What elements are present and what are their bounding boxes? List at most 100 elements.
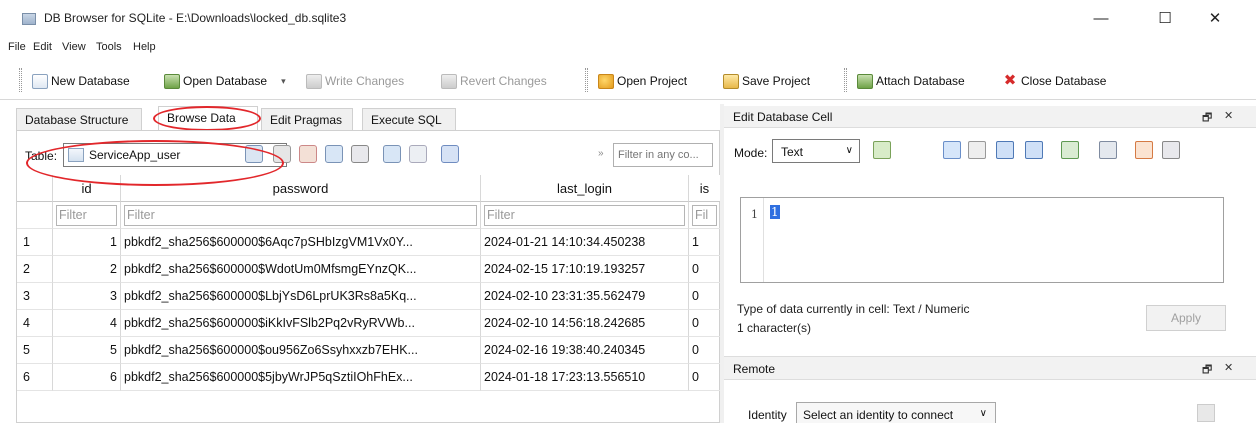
table-cell-is[interactable]: 0 bbox=[689, 364, 721, 391]
close-window-button[interactable]: ✕ bbox=[1192, 6, 1238, 32]
set-null-icon[interactable] bbox=[1135, 141, 1153, 159]
table-label: Table: bbox=[25, 149, 58, 163]
column-filter-input[interactable]: Filter bbox=[53, 202, 121, 229]
filter-any-column-input[interactable] bbox=[613, 143, 713, 167]
table-cell-id[interactable]: 6 bbox=[53, 364, 121, 391]
row-number[interactable]: 4 bbox=[17, 310, 53, 337]
table-select-value: ServiceApp_user bbox=[89, 148, 181, 162]
refresh-icon[interactable] bbox=[245, 145, 263, 163]
column-header-last_login[interactable]: last_login bbox=[481, 175, 689, 202]
table-cell-id[interactable]: 5 bbox=[53, 337, 121, 364]
minimize-button[interactable]: — bbox=[1078, 6, 1124, 32]
row-number[interactable]: 6 bbox=[17, 364, 53, 391]
table-icon bbox=[68, 148, 84, 162]
table-cell-password[interactable]: pbkdf2_sha256$600000$ou956Zo6Ssyhxxzb7EH… bbox=[121, 337, 481, 364]
dropdown-arrow-icon[interactable]: ▾ bbox=[281, 76, 286, 87]
revert-changes-button[interactable]: Revert Changes bbox=[441, 70, 547, 92]
word-wrap-icon[interactable] bbox=[943, 141, 961, 159]
table-cell-last-login[interactable]: 2024-02-16 19:38:40.240345 bbox=[481, 337, 689, 364]
export-file-icon[interactable] bbox=[1025, 141, 1043, 159]
table-cell-is[interactable]: 0 bbox=[689, 256, 721, 283]
table-cell-is[interactable]: 0 bbox=[689, 310, 721, 337]
table-cell-id[interactable]: 1 bbox=[53, 229, 121, 256]
table-cell-last-login[interactable]: 2024-01-21 14:10:34.450238 bbox=[481, 229, 689, 256]
table-cell-is[interactable]: 1 bbox=[689, 229, 721, 256]
column-filter-input[interactable]: Filter bbox=[481, 202, 689, 229]
row-number[interactable]: 1 bbox=[17, 229, 53, 256]
close-database-button[interactable]: ✖ Close Database bbox=[1002, 70, 1107, 92]
menu-tools[interactable]: Tools bbox=[96, 41, 122, 53]
column-header-password[interactable]: password bbox=[121, 175, 481, 202]
column-header-id[interactable]: id bbox=[53, 175, 121, 202]
row-number[interactable]: 5 bbox=[17, 337, 53, 364]
apply-button[interactable]: Apply bbox=[1146, 305, 1226, 331]
table-cell-id[interactable]: 2 bbox=[53, 256, 121, 283]
print-icon[interactable] bbox=[351, 145, 369, 163]
editor-selected-value[interactable]: 1 bbox=[770, 205, 780, 219]
new-database-button[interactable]: New Database bbox=[32, 70, 130, 92]
write-changes-button[interactable]: Write Changes bbox=[306, 70, 404, 92]
indent-icon[interactable] bbox=[968, 141, 986, 159]
more-tools-icon[interactable]: » bbox=[598, 148, 604, 159]
table-cell-last-login[interactable]: 2024-02-15 17:10:19.193257 bbox=[481, 256, 689, 283]
tab-browse-data[interactable]: Browse Data bbox=[158, 106, 258, 131]
close-panel-icon[interactable]: ✕ bbox=[1224, 109, 1233, 122]
tab-edit-pragmas[interactable]: Edit Pragmas bbox=[261, 108, 353, 130]
table-cell-id[interactable]: 4 bbox=[53, 310, 121, 337]
row-header-corner[interactable] bbox=[17, 175, 53, 202]
float-panel-icon[interactable]: 🗗 bbox=[1202, 109, 1212, 128]
tab-bar: Database Structure Browse Data Edit Prag… bbox=[16, 106, 720, 131]
save-table-icon[interactable] bbox=[325, 145, 343, 163]
line-number-gutter bbox=[763, 198, 764, 282]
column-header-is[interactable]: is bbox=[689, 175, 721, 202]
maximize-button[interactable]: ☐ bbox=[1142, 6, 1188, 32]
cell-image-icon[interactable] bbox=[1099, 141, 1117, 159]
table-cell-is[interactable]: 0 bbox=[689, 337, 721, 364]
cell-editor[interactable]: 1 1 bbox=[740, 197, 1224, 283]
auto-switch-mode-icon[interactable] bbox=[873, 141, 891, 159]
table-cell-password[interactable]: pbkdf2_sha256$600000$iKkIvFSlb2Pq2vRyRVW… bbox=[121, 310, 481, 337]
menu-view[interactable]: View bbox=[62, 41, 86, 53]
edit-cell-title: Edit Database Cell bbox=[733, 110, 833, 124]
revert-changes-icon bbox=[441, 73, 457, 89]
table-cell-password[interactable]: pbkdf2_sha256$600000$6Aqc7pSHbIzgVM1Vx0Y… bbox=[121, 229, 481, 256]
toolbar-grip[interactable] bbox=[19, 68, 22, 92]
column-filter-input[interactable]: Filter bbox=[121, 202, 481, 229]
tab-execute-sql[interactable]: Execute SQL bbox=[362, 108, 456, 130]
delete-record-icon[interactable] bbox=[409, 145, 427, 163]
table-cell-last-login[interactable]: 2024-02-10 14:56:18.242685 bbox=[481, 310, 689, 337]
sort-icon[interactable] bbox=[299, 145, 317, 163]
mode-select[interactable]: Text ∨ bbox=[772, 139, 860, 163]
menu-help[interactable]: Help bbox=[133, 41, 156, 53]
attach-database-button[interactable]: Attach Database bbox=[857, 70, 965, 92]
tab-database-structure[interactable]: Database Structure bbox=[16, 108, 142, 130]
toolbar-grip[interactable] bbox=[585, 68, 588, 92]
menu-file[interactable]: File bbox=[8, 41, 26, 53]
import-file-icon[interactable] bbox=[996, 141, 1014, 159]
filter-placeholder: Filter bbox=[56, 205, 117, 226]
close-panel-icon[interactable]: ✕ bbox=[1224, 361, 1233, 374]
find-icon[interactable] bbox=[441, 145, 459, 163]
toolbar-grip[interactable] bbox=[844, 68, 847, 92]
identity-select[interactable]: Select an identity to connect ∨ bbox=[796, 402, 996, 423]
open-database-button[interactable]: Open Database ▾ bbox=[164, 70, 286, 92]
table-cell-password[interactable]: pbkdf2_sha256$600000$WdotUm0MfsmgEYnzQK.… bbox=[121, 256, 481, 283]
open-project-button[interactable]: Open Project bbox=[598, 70, 687, 92]
print-cell-icon[interactable] bbox=[1162, 141, 1180, 159]
menu-edit[interactable]: Edit bbox=[33, 41, 52, 53]
save-project-button[interactable]: Save Project bbox=[723, 70, 810, 92]
table-cell-password[interactable]: pbkdf2_sha256$600000$LbjYsD6LprUK3Rs8a5K… bbox=[121, 283, 481, 310]
table-cell-last-login[interactable]: 2024-02-10 23:31:35.562479 bbox=[481, 283, 689, 310]
remote-settings-icon[interactable] bbox=[1197, 404, 1215, 422]
float-panel-icon[interactable]: 🗗 bbox=[1202, 361, 1212, 380]
table-cell-id[interactable]: 3 bbox=[53, 283, 121, 310]
apply-cell-icon[interactable] bbox=[1061, 141, 1079, 159]
table-cell-last-login[interactable]: 2024-01-18 17:23:13.556510 bbox=[481, 364, 689, 391]
column-filter-input[interactable]: Fil bbox=[689, 202, 721, 229]
insert-record-icon[interactable] bbox=[383, 145, 401, 163]
table-cell-password[interactable]: pbkdf2_sha256$600000$5jbyWrJP5qSztiIOhFh… bbox=[121, 364, 481, 391]
table-cell-is[interactable]: 0 bbox=[689, 283, 721, 310]
row-number[interactable]: 2 bbox=[17, 256, 53, 283]
clear-filters-icon[interactable] bbox=[273, 145, 291, 163]
row-number[interactable]: 3 bbox=[17, 283, 53, 310]
